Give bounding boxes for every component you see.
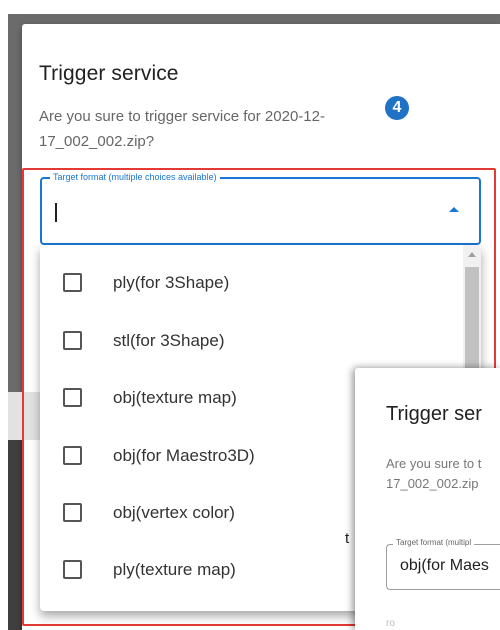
- target-format-label: Target format (multipl: [393, 538, 475, 547]
- dialog-bottom-fragment: ro: [386, 618, 395, 629]
- target-format-select[interactable]: Target format (multipl obj(for Maes: [386, 538, 500, 590]
- arrow-up-icon[interactable]: [449, 207, 459, 212]
- checkbox[interactable]: [63, 560, 82, 579]
- target-format-label: Target format (multiple choices availabl…: [50, 171, 220, 183]
- background-text-fragment: t: [345, 530, 350, 547]
- scroll-up-arrow-icon[interactable]: [468, 252, 476, 257]
- selected-format-value: obj(for Maes: [400, 557, 489, 574]
- dialog-message-line: 17_002_002.zip: [386, 476, 479, 491]
- dialog-message: Are you sure to trigger service for 2020…: [39, 108, 325, 150]
- dialog-title: Trigger service: [39, 62, 179, 85]
- checkbox[interactable]: [63, 331, 82, 350]
- checkbox[interactable]: [63, 446, 82, 465]
- dialog-message-line: Are you sure to t: [386, 456, 482, 471]
- text-cursor: [55, 203, 57, 222]
- dialog-title: Trigger ser: [386, 403, 482, 425]
- option-label: ply(texture map): [113, 560, 236, 579]
- step-number-badge: 4: [385, 96, 409, 120]
- dialog-message: Are you sure to t 17_002_002.zip: [386, 454, 500, 494]
- option-label: stl(for 3Shape): [113, 331, 225, 350]
- option-label: obj(texture map): [113, 388, 237, 407]
- checkbox[interactable]: [63, 273, 82, 292]
- option-label: obj(for Maestro3D): [113, 446, 255, 465]
- option-label: obj(vertex color): [113, 503, 235, 522]
- trigger-service-dialog-zoomed: Trigger ser Are you sure to t 17_002_002…: [355, 368, 500, 630]
- checkbox[interactable]: [63, 503, 82, 522]
- option-ply-3shape[interactable]: ply(for 3Shape): [40, 256, 465, 314]
- option-stl-3shape[interactable]: stl(for 3Shape): [40, 314, 465, 372]
- checkbox[interactable]: [63, 388, 82, 407]
- target-format-select[interactable]: Target format (multiple choices availabl…: [40, 171, 481, 245]
- option-label: ply(for 3Shape): [113, 273, 230, 292]
